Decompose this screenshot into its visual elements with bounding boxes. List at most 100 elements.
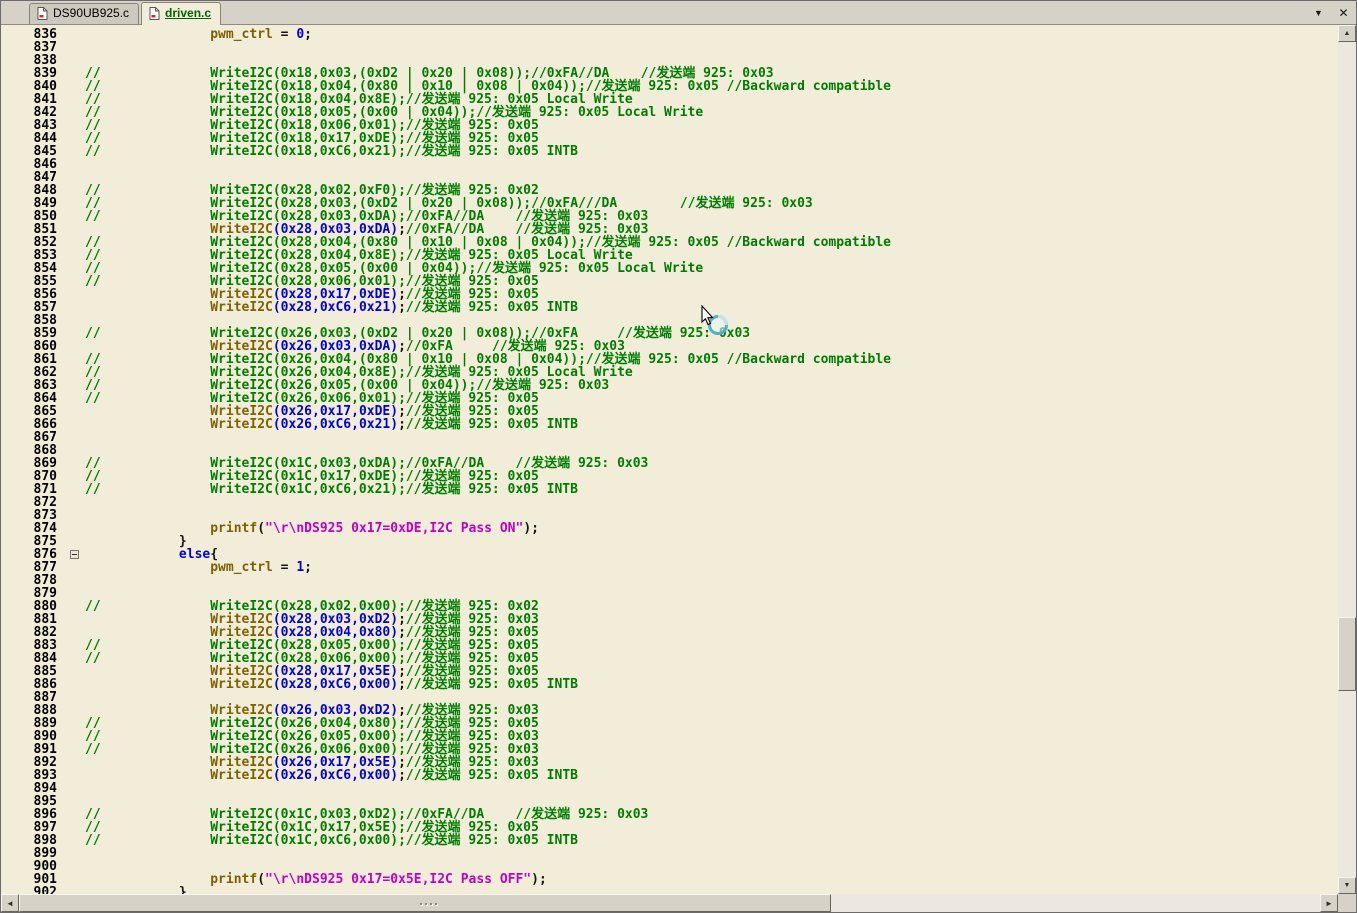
code-line: 866 WriteI2C(0x26,0xC6,0x21);//发送端 925: … xyxy=(1,418,1338,431)
fold-margin xyxy=(61,691,85,704)
fold-margin xyxy=(61,821,85,834)
fold-margin xyxy=(61,743,85,756)
vertical-scrollbar[interactable]: ▲ ▼ xyxy=(1338,25,1356,894)
code-line: 898// WriteI2C(0x1C,0xC6,0x00);//发送端 925… xyxy=(1,834,1338,847)
fold-margin xyxy=(61,756,85,769)
code-text: // WriteI2C(0x1C,0xC6,0x00);//发送端 925: 0… xyxy=(85,833,578,848)
code-line: 867 xyxy=(1,431,1338,444)
fold-margin xyxy=(61,288,85,301)
horizontal-scroll-thumb[interactable] xyxy=(19,894,831,912)
fold-margin xyxy=(61,782,85,795)
close-icon[interactable]: ✕ xyxy=(1336,5,1351,20)
scroll-down-icon[interactable]: ▼ xyxy=(1338,877,1356,894)
code-text: WriteI2C(0x26,0xC6,0x00);//发送端 925: 0x05… xyxy=(210,768,578,783)
fold-margin xyxy=(61,730,85,743)
fold-margin xyxy=(61,340,85,353)
code-line: 836 pwm_ctrl = 0; xyxy=(1,28,1338,41)
fold-margin xyxy=(61,353,85,366)
fold-margin xyxy=(61,262,85,275)
fold-margin xyxy=(61,860,85,873)
fold-margin xyxy=(61,561,85,574)
fold-margin xyxy=(61,808,85,821)
fold-margin xyxy=(61,587,85,600)
code-line: 902 } xyxy=(1,886,1338,894)
code-lines: 836 pwm_ctrl = 0; 837 838 839// WriteI2C(0x… xyxy=(1,25,1338,894)
tab-drivenc[interactable]: driven.c xyxy=(141,2,222,25)
fold-margin xyxy=(61,665,85,678)
tab-list-dropdown-icon[interactable]: ▼ xyxy=(1311,5,1326,20)
tab-label: DS90UB925.c xyxy=(53,6,130,20)
code-line: 846 xyxy=(1,158,1338,171)
fold-marker-icon[interactable] xyxy=(61,548,85,561)
fold-margin xyxy=(61,119,85,132)
fold-margin xyxy=(61,93,85,106)
vertical-scroll-thumb[interactable] xyxy=(1338,617,1356,691)
fold-margin xyxy=(61,769,85,782)
fold-margin xyxy=(61,80,85,93)
fold-margin xyxy=(61,210,85,223)
code-line: 899 xyxy=(1,847,1338,860)
fold-margin xyxy=(61,223,85,236)
fold-margin xyxy=(61,522,85,535)
fold-margin xyxy=(61,470,85,483)
code-text: } xyxy=(85,885,187,894)
fold-margin xyxy=(61,145,85,158)
fold-margin xyxy=(61,197,85,210)
fold-margin xyxy=(61,509,85,522)
file-icon xyxy=(37,6,48,20)
fold-margin xyxy=(61,678,85,691)
horizontal-scrollbar[interactable]: ◄ ► xyxy=(1,894,1338,912)
fold-margin xyxy=(61,613,85,626)
fold-margin xyxy=(61,184,85,197)
code-text: // WriteI2C(0x1C,0xC6,0x21);//发送端 925: 0… xyxy=(85,482,578,497)
code-line: 874 printf("\r\nDS925 0x17=0xDE,I2C Pass… xyxy=(1,522,1338,535)
scroll-left-icon[interactable]: ◄ xyxy=(1,894,19,912)
code-editor[interactable]: 836 pwm_ctrl = 0; 837 838 839// WriteI2C(0x… xyxy=(1,25,1338,894)
fold-margin xyxy=(61,301,85,314)
code-editor-window: DS90UB925.c driven.c ▼ ✕ 836 pwm_ctrl = … xyxy=(0,0,1357,913)
fold-margin xyxy=(61,405,85,418)
fold-margin xyxy=(61,106,85,119)
fold-margin xyxy=(61,873,85,886)
fold-margin xyxy=(61,275,85,288)
fold-margin xyxy=(61,483,85,496)
fold-margin xyxy=(61,379,85,392)
code-line: 877 pwm_ctrl = 1; xyxy=(1,561,1338,574)
fold-margin xyxy=(61,574,85,587)
fold-margin xyxy=(61,652,85,665)
fold-margin xyxy=(61,444,85,457)
fold-margin xyxy=(61,704,85,717)
scroll-right-icon[interactable]: ► xyxy=(1320,894,1338,912)
code-line: 886 WriteI2C(0x28,0xC6,0x00);//发送端 925: … xyxy=(1,678,1338,691)
fold-margin xyxy=(61,834,85,847)
tabbar-controls: ▼ ✕ xyxy=(1311,5,1351,20)
line-number: 902 xyxy=(33,885,57,894)
scroll-up-icon[interactable]: ▲ xyxy=(1338,25,1356,42)
fold-margin xyxy=(61,535,85,548)
code-line: 857 WriteI2C(0x28,0xC6,0x21);//发送端 925: … xyxy=(1,301,1338,314)
file-tab-bar: DS90UB925.c driven.c ▼ ✕ xyxy=(1,1,1356,25)
fold-margin xyxy=(61,327,85,340)
code-line: 845// WriteI2C(0x18,0xC6,0x21);//发送端 925… xyxy=(1,145,1338,158)
fold-margin xyxy=(61,28,85,41)
code-line: 871// WriteI2C(0x1C,0xC6,0x21);//发送端 925… xyxy=(1,483,1338,496)
busy-cursor-icon xyxy=(695,304,733,340)
code-text: pwm_ctrl = 0; xyxy=(210,27,312,42)
fold-margin xyxy=(61,249,85,262)
code-text: WriteI2C(0x28,0xC6,0x00);//发送端 925: 0x05… xyxy=(210,677,578,692)
file-icon xyxy=(149,6,160,20)
code-line: 901 printf("\r\nDS925 0x17=0x5E,I2C Pass… xyxy=(1,873,1338,886)
fold-margin xyxy=(61,496,85,509)
fold-margin xyxy=(61,626,85,639)
code-text: WriteI2C(0x26,0xC6,0x21);//发送端 925: 0x05… xyxy=(210,417,578,432)
fold-margin xyxy=(61,236,85,249)
fold-margin xyxy=(61,132,85,145)
code-line: 837 xyxy=(1,41,1338,54)
code-line: 894 xyxy=(1,782,1338,795)
scroll-grip-icon xyxy=(425,903,427,905)
scrollbar-corner xyxy=(1338,894,1356,912)
fold-margin xyxy=(61,886,85,894)
code-line: 878 xyxy=(1,574,1338,587)
tab-ds90ub925c[interactable]: DS90UB925.c xyxy=(29,3,140,24)
code-text: pwm_ctrl = 1; xyxy=(210,560,312,575)
